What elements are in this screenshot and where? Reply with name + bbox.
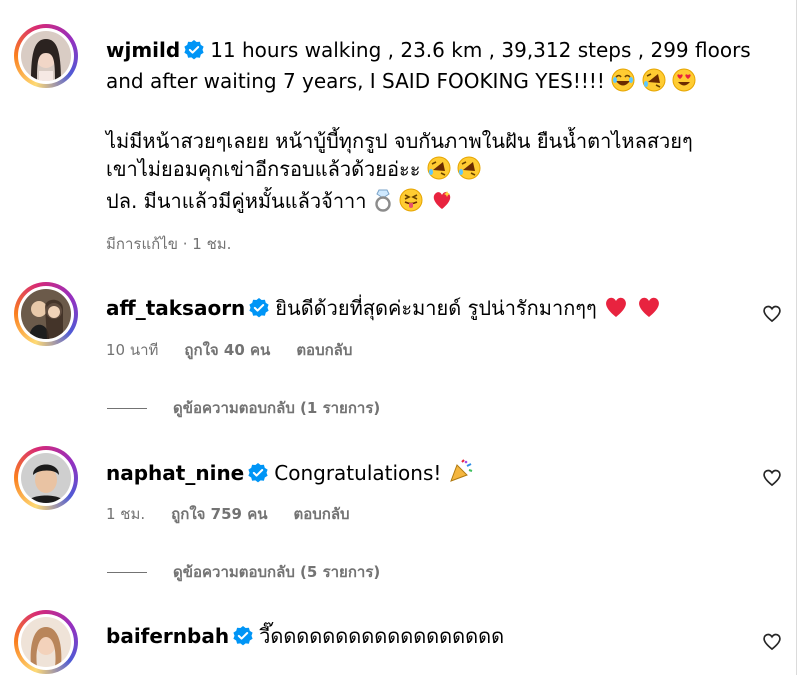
comment-text: ยินดีด้วยที่สุดค่ะมายด์ รูปน่ารักมากๆๆ [275, 296, 597, 320]
post-meta: มีการแก้ไข · 1 ชม. [106, 232, 231, 256]
comment-avatar[interactable] [14, 610, 78, 674]
post-author-avatar[interactable] [14, 24, 78, 88]
caption-line-2: and after waiting 7 years, I SAID FOOKIN… [106, 69, 605, 93]
scroll-edge-divider [796, 0, 797, 675]
caption-line-1: 11 hours walking , 23.6 km , 39,312 step… [210, 38, 751, 62]
verified-badge-icon [249, 297, 269, 325]
comment-username[interactable]: naphat_nine [106, 461, 244, 485]
caption-th-line-3: ปล. มีนาแล้วมีคู่หมั้นแล้วจ้าาา [106, 189, 367, 213]
rofl-emoji-icon [427, 156, 451, 187]
comment-body: baifernbah วี๊ดดดดดดดดดดดดดดดดดด [106, 622, 746, 653]
post-caption: wjmild 11 hours walking , 23.6 km , 39,31… [106, 36, 786, 219]
divider-line [107, 407, 147, 409]
verified-badge-icon [248, 462, 268, 490]
heart-eyes-emoji-icon [672, 68, 696, 99]
comment-body: naphat_nine Congratulations! [106, 458, 746, 491]
ring-emoji-icon [373, 188, 393, 219]
red-heart-emoji-icon [603, 295, 629, 326]
view-replies-button[interactable]: ดูข้อความตอบกลับ (5 รายการ) [107, 560, 380, 584]
comment-body: aff_taksaorn ยินดีด้วยที่สุดค่ะมายด์ รูปน… [106, 294, 746, 326]
comment-username[interactable]: aff_taksaorn [106, 296, 245, 320]
view-replies-button[interactable]: ดูข้อความตอบกลับ (1 รายการ) [107, 396, 380, 420]
post-edited-time: มีการแก้ไข · 1 ชม. [106, 235, 232, 253]
view-replies-label: ดูข้อความตอบกลับ (5 รายการ) [173, 563, 381, 581]
joy-emoji-icon [611, 68, 635, 99]
comment-username[interactable]: baifernbah [106, 624, 229, 648]
heart-outline-icon[interactable] [762, 304, 782, 324]
reply-button[interactable]: ตอบกลับ [293, 502, 349, 526]
comment-text: วี๊ดดดดดดดดดดดดดดดดดด [259, 624, 505, 648]
comment-avatar[interactable] [14, 282, 78, 346]
comment-avatar[interactable] [14, 446, 78, 510]
comment-likes[interactable]: ถูกใจ 759 คน [171, 502, 267, 526]
squinting-tongue-emoji-icon [399, 188, 423, 219]
post-author-username[interactable]: wjmild [106, 38, 180, 62]
comment-time: 1 ชม. [106, 505, 146, 523]
caption-th-line-2: เขาไม่ยอมคุกเข่าอีกรอบแล้วด้วยอ่ะะ [106, 157, 421, 181]
verified-badge-icon [233, 625, 253, 653]
rofl-emoji-icon [642, 68, 666, 99]
comment-meta: 10 นาที ถูกใจ 40 คน ตอบกลับ [106, 338, 352, 362]
comment-time: 10 นาที [106, 341, 159, 359]
heart-outline-icon[interactable] [762, 468, 782, 488]
verified-badge-icon [184, 39, 204, 67]
comment-likes[interactable]: ถูกใจ 40 คน [184, 338, 270, 362]
rofl-emoji-icon [457, 156, 481, 187]
divider-line [107, 571, 147, 573]
red-heart-emoji-icon [636, 295, 662, 326]
caption-th-line-1: ไม่มีหน้าสวยๆเลยย หน้าบู้บี้ทุกรูป จบกัน… [106, 129, 693, 153]
reply-button[interactable]: ตอบกลับ [296, 338, 352, 362]
heart-outline-icon[interactable] [762, 632, 782, 652]
comment-text: Congratulations! [274, 461, 442, 485]
sparkling-heart-emoji-icon [430, 188, 454, 219]
party-popper-emoji-icon [448, 458, 474, 491]
view-replies-label: ดูข้อความตอบกลับ (1 รายการ) [173, 399, 381, 417]
comment-meta: 1 ชม. ถูกใจ 759 คน ตอบกลับ [106, 502, 350, 526]
